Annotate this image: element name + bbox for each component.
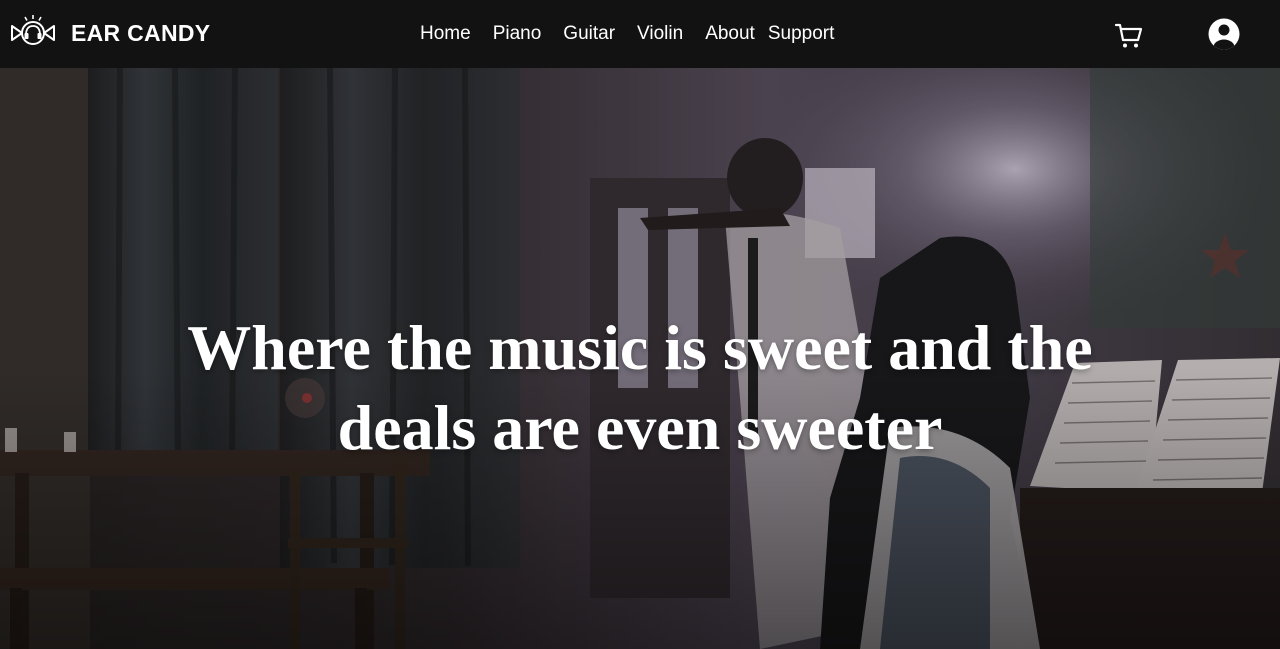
nav-piano[interactable]: Piano xyxy=(493,22,542,46)
hero-title: Where the music is sweet and the deals a… xyxy=(187,312,1093,463)
candy-headphones-icon xyxy=(11,15,55,45)
cart-icon[interactable] xyxy=(1112,19,1144,51)
user-circle-icon[interactable] xyxy=(1207,17,1241,51)
nav-about[interactable]: About xyxy=(705,22,755,46)
nav-home[interactable]: Home xyxy=(420,22,471,46)
brand-name: EAR CANDY xyxy=(71,19,211,46)
nav-guitar[interactable]: Guitar xyxy=(563,22,615,46)
nav-support[interactable]: Support xyxy=(768,22,835,46)
main-nav: Home Piano Guitar Violin About Support xyxy=(420,22,834,46)
nav-violin[interactable]: Violin xyxy=(637,22,683,46)
hero-banner: Where the music is sweet and the deals a… xyxy=(0,68,1280,649)
navbar: EAR CANDY Home Piano Guitar Violin About… xyxy=(0,0,1280,68)
brand-link[interactable]: EAR CANDY xyxy=(10,13,210,53)
